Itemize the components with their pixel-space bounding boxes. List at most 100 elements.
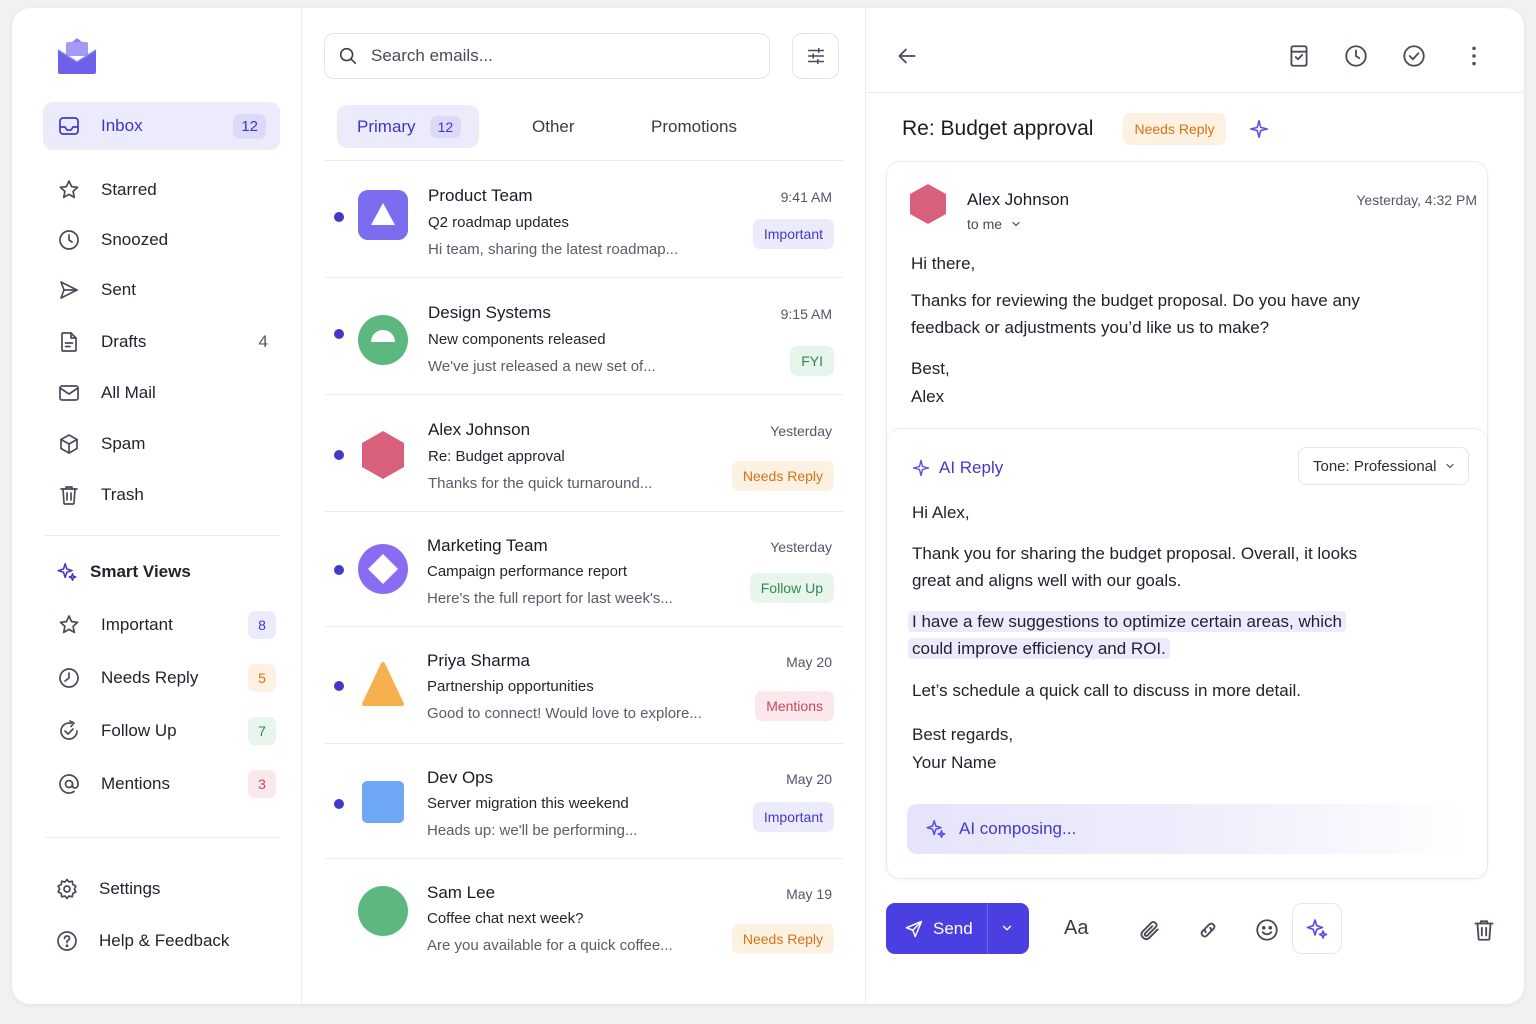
sidebar-item-label: Inbox — [101, 116, 143, 135]
avatar — [356, 775, 410, 829]
tab-other[interactable]: Other — [532, 105, 575, 148]
emoji-icon[interactable] — [1254, 917, 1280, 943]
email-subject: Q2 roadmap updates — [428, 214, 569, 231]
sender-avatar — [908, 183, 948, 225]
email-sender: Dev Ops — [427, 768, 494, 787]
send-options-chevron-icon[interactable] — [1000, 921, 1014, 935]
sidebar-item-starred[interactable]: Starred — [43, 166, 280, 214]
more-vertical-icon[interactable] — [1461, 43, 1487, 69]
ai-reply-greeting: Hi Alex, — [912, 503, 970, 522]
composing-text: AI composing... — [959, 819, 1077, 838]
tab-label: Promotions — [651, 116, 737, 136]
smart-view-label: Mentions — [101, 774, 170, 793]
mark-done-icon[interactable] — [1401, 43, 1427, 69]
reply-clock-icon — [57, 666, 81, 690]
ai-reply-title: AI Reply — [939, 458, 1004, 477]
email-row[interactable]: Marketing Team Campaign performance repo… — [324, 511, 844, 627]
ai-reply-highlight-line: could improve efficiency and ROI. — [908, 635, 1170, 662]
email-time: May 20 — [786, 654, 832, 670]
email-time: May 20 — [786, 771, 832, 787]
ai-sparkle-icon — [925, 818, 947, 840]
subject-label-badge: Needs Reply — [1123, 113, 1226, 145]
sidebar-item-label: Sent — [101, 280, 136, 299]
back-arrow-icon[interactable] — [894, 43, 920, 69]
filter-sliders-icon — [805, 45, 827, 67]
sidebar-item-snoozed[interactable]: Snoozed — [43, 216, 280, 264]
email-row[interactable]: Dev Ops Server migration this weekend He… — [324, 743, 844, 859]
tab-promotions[interactable]: Promotions — [651, 105, 737, 148]
sidebar-item-drafts[interactable]: Drafts 4 — [43, 318, 280, 366]
star-icon — [57, 613, 81, 637]
ai-reply-signoff: Best regards, — [912, 725, 1014, 744]
message-body-line: feedback or adjustments you’d like us to… — [911, 318, 1270, 337]
email-subject-header: Re: Budget approval Needs Reply — [902, 113, 1270, 145]
email-preview: Thanks for the quick turnaround... — [428, 475, 653, 492]
unread-dot — [334, 681, 344, 691]
ai-assist-button[interactable] — [1292, 903, 1342, 954]
app-logo-icon[interactable] — [56, 36, 98, 76]
email-sender: Alex Johnson — [428, 420, 531, 439]
attachment-icon[interactable] — [1136, 917, 1162, 943]
filter-button[interactable] — [792, 33, 839, 79]
email-row[interactable]: Sam Lee Coffee chat next week? Are you a… — [324, 858, 844, 974]
discard-trash-icon[interactable] — [1471, 917, 1497, 943]
email-subject: Partnership opportunities — [427, 678, 594, 695]
sidebar-item-settings[interactable]: Settings — [43, 865, 280, 913]
email-sender: Marketing Team — [427, 536, 548, 555]
ai-reply-highlight-line: I have a few suggestions to optimize cer… — [908, 608, 1346, 635]
smart-view-follow-up[interactable]: Follow Up 7 — [43, 707, 280, 755]
smart-views-title: Smart Views — [90, 562, 191, 581]
sidebar-item-all-mail[interactable]: All Mail — [43, 369, 280, 417]
email-row[interactable]: Priya Sharma Partnership opportunities G… — [324, 626, 844, 742]
link-icon[interactable] — [1195, 917, 1221, 943]
unread-dot — [334, 565, 344, 575]
email-row[interactable]: Product Team Q2 roadmap updates Hi team,… — [324, 160, 844, 276]
smart-view-label: Needs Reply — [101, 668, 199, 687]
ai-reply-line: Let’s schedule a quick call to discuss i… — [912, 681, 1301, 700]
email-row[interactable]: Alex Johnson Re: Budget approval Thanks … — [324, 394, 844, 510]
smart-view-important[interactable]: Important 8 — [43, 601, 280, 649]
highlighted-text: I have a few suggestions to optimize cer… — [908, 611, 1346, 632]
reading-pane: Re: Budget approval Needs Reply Alex Joh… — [866, 8, 1524, 1004]
snooze-clock-icon[interactable] — [1343, 43, 1369, 69]
email-label-badge: Needs Reply — [731, 461, 834, 491]
sidebar-item-inbox[interactable]: Inbox 12 — [43, 102, 280, 150]
search-input[interactable] — [371, 46, 731, 66]
ai-sparkle-icon[interactable] — [1248, 118, 1270, 140]
tab-primary[interactable]: Primary 12 — [337, 105, 479, 148]
smart-view-label: Follow Up — [101, 721, 177, 740]
email-time: May 19 — [786, 886, 832, 902]
archive-icon[interactable] — [1286, 43, 1312, 69]
smart-view-mentions[interactable]: Mentions 3 — [43, 760, 280, 808]
draft-count: 4 — [258, 332, 268, 351]
message-signature: Alex — [911, 387, 945, 406]
email-subject: Re: Budget approval — [428, 448, 565, 465]
tab-label: Other — [532, 116, 575, 136]
email-subject: Coffee chat next week? — [427, 910, 584, 927]
sidebar-item-spam[interactable]: Spam — [43, 420, 280, 468]
tone-select[interactable]: Tone: Professional — [1298, 447, 1469, 485]
follow-up-icon — [57, 719, 81, 743]
needs-reply-count-badge: 5 — [248, 664, 276, 692]
message-time: Yesterday, 4:32 PM — [1356, 192, 1477, 208]
ai-reply-panel: AI Reply Tone: Professional Hi Alex, Tha… — [887, 428, 1487, 878]
search-box[interactable] — [324, 33, 770, 79]
email-label-badge: Mentions — [755, 691, 834, 721]
sidebar-item-sent[interactable]: Sent — [43, 266, 280, 314]
text-format-button[interactable]: Aa — [1064, 917, 1088, 940]
smart-view-needs-reply[interactable]: Needs Reply 5 — [43, 654, 280, 702]
message-greeting: Hi there, — [911, 254, 976, 273]
email-label-badge: Follow Up — [749, 573, 834, 603]
smart-view-label: Important — [101, 615, 173, 634]
mentions-count-badge: 3 — [248, 770, 276, 798]
ai-reply-line: Thank you for sharing the budget proposa… — [912, 544, 1358, 563]
email-subject: New components released — [428, 331, 606, 348]
send-button[interactable]: Send — [886, 903, 1029, 954]
sidebar-item-label: Starred — [101, 180, 157, 199]
sidebar-item-help[interactable]: Help & Feedback — [43, 917, 280, 965]
sidebar-item-trash[interactable]: Trash — [43, 471, 280, 519]
sidebar-item-label: Spam — [101, 434, 146, 453]
recipient-dropdown[interactable]: to me — [967, 216, 1022, 232]
email-preview: We've just released a new set of... — [428, 358, 656, 375]
email-row[interactable]: Design Systems New components released W… — [324, 277, 844, 393]
